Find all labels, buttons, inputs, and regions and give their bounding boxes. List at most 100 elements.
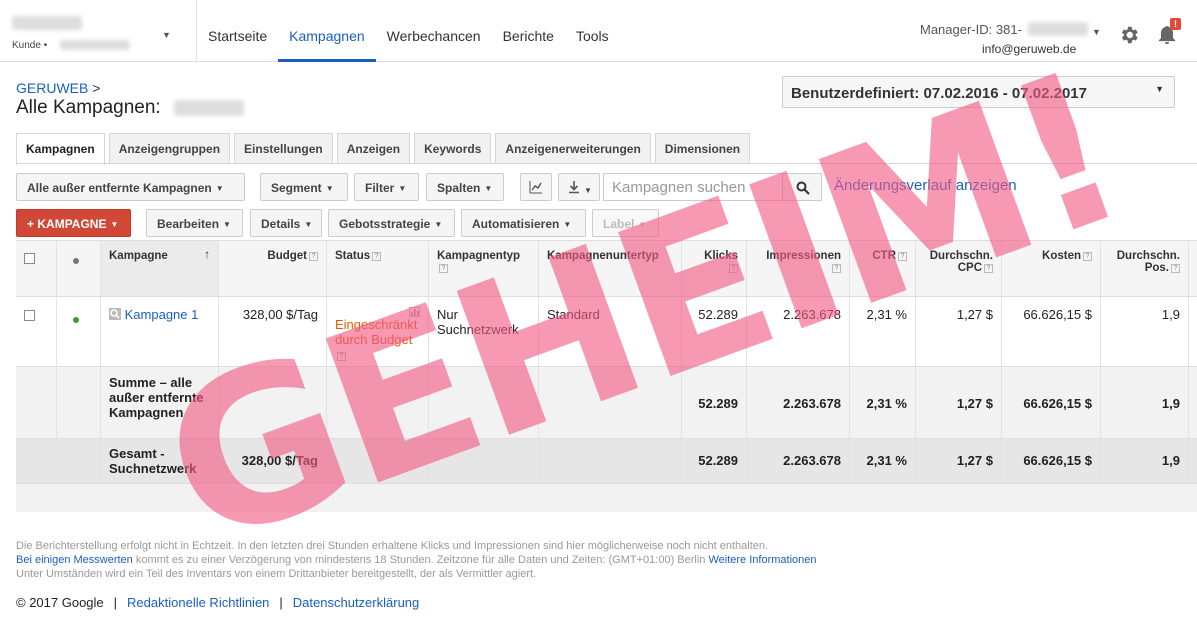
help-icon[interactable]: ? xyxy=(1171,264,1180,273)
summary-clicks: 52.289 xyxy=(698,396,738,411)
add-campaign-button[interactable]: + KAMPAGNE ▼ xyxy=(16,209,131,237)
row-ctr-cell: 2,31 % xyxy=(850,297,916,366)
chart-toggle-button[interactable] xyxy=(520,173,552,201)
total-empty-cell xyxy=(429,439,539,483)
columns-dropdown[interactable]: Spalten ▼ xyxy=(426,173,504,201)
summary-cost: 66.626,15 $ xyxy=(1023,396,1092,411)
row-checkbox[interactable] xyxy=(24,310,35,321)
manager-id[interactable]: Manager-ID: 381- xyxy=(920,22,1022,37)
row-status-cell xyxy=(57,297,101,366)
main-nav: Startseite Kampagnen Werbechancen Berich… xyxy=(196,0,620,62)
manager-id-redacted xyxy=(1028,22,1088,36)
header-pos[interactable]: Durchschn. Pos.? xyxy=(1101,241,1189,296)
tab-dimensionen[interactable]: Dimensionen xyxy=(654,133,751,164)
campaign-filter-dropdown[interactable]: Alle außer entfernte Kampagnen ▼ xyxy=(16,173,245,201)
nav-berichte[interactable]: Berichte xyxy=(492,0,565,62)
total-budget: 328,00 $/Tag xyxy=(241,453,318,468)
help-icon[interactable]: ? xyxy=(372,252,382,261)
top-bar: Kunde • ▼ Startseite Kampagnen Werbechan… xyxy=(0,0,1197,62)
download-button[interactable]: ▼ xyxy=(558,173,600,201)
header-clicks[interactable]: Klicks? xyxy=(682,241,747,296)
details-dropdown[interactable]: Details ▼ xyxy=(250,209,322,237)
account-selector[interactable]: Kunde • ▼ xyxy=(10,14,180,54)
automate-dropdown[interactable]: Automatisieren ▼ xyxy=(461,209,586,237)
chevron-down-icon: ▼ xyxy=(563,220,572,229)
tab-anzeigenerweiterungen[interactable]: Anzeigenerweiterungen xyxy=(495,133,651,164)
summary-clicks-cell: 52.289 xyxy=(682,367,747,438)
help-icon[interactable]: ? xyxy=(1083,252,1092,261)
chevron-down-icon: ▼ xyxy=(223,220,231,229)
tab-anzeigen[interactable]: Anzeigen xyxy=(336,133,411,164)
header-subtype[interactable]: Kampagnenuntertyp xyxy=(539,241,682,296)
gear-icon[interactable] xyxy=(1118,24,1140,46)
total-pos-cell: 1,9 xyxy=(1101,439,1189,483)
search-button[interactable] xyxy=(782,173,822,201)
change-history-link[interactable]: Änderungsverlauf anzeigen xyxy=(834,177,1017,194)
tab-keywords[interactable]: Keywords xyxy=(414,133,492,164)
metrics-delay-link[interactable]: Bei einigen Messwerten xyxy=(16,554,133,566)
privacy-policy-link[interactable]: Datenschutzerklärung xyxy=(293,595,419,610)
bid-strategy-dropdown[interactable]: Gebotsstrategie ▼ xyxy=(328,209,455,237)
row-ctr: 2,31 % xyxy=(866,307,907,322)
row-cpc-cell: 1,27 $ xyxy=(916,297,1002,366)
breadcrumb-link[interactable]: GERUWEB xyxy=(16,80,88,96)
status-dot-icon xyxy=(73,258,79,264)
help-icon[interactable]: ? xyxy=(729,264,738,273)
date-range-label: Benutzerdefiniert: 07.02.2016 - 07.02.20… xyxy=(791,85,1087,102)
chevron-down-icon[interactable]: ▼ xyxy=(1092,27,1101,37)
edit-dropdown[interactable]: Bearbeiten ▼ xyxy=(146,209,243,237)
select-all-checkbox[interactable] xyxy=(24,253,35,264)
campaign-search-input[interactable]: Kampagnen suchen xyxy=(603,173,783,201)
status-dot-header xyxy=(57,241,101,296)
date-range-picker[interactable]: Benutzerdefiniert: 07.02.2016 - 07.02.20… xyxy=(782,76,1175,108)
summary-row: Summe – alle außer entfernte Kampagnen 5… xyxy=(16,367,1197,439)
summary-ctr: 2,31 % xyxy=(866,396,907,411)
help-icon[interactable]: ? xyxy=(337,352,346,361)
page-title: Alle Kampagnen: xyxy=(16,97,161,118)
chevron-down-icon: ▼ xyxy=(304,220,313,229)
search-icon xyxy=(796,181,810,195)
chevron-down-icon[interactable]: ▼ xyxy=(162,30,171,40)
nav-kampagnen[interactable]: Kampagnen xyxy=(278,0,376,62)
header-cpc[interactable]: Durchschn. CPC? xyxy=(916,241,1002,296)
help-icon[interactable]: ? xyxy=(898,252,907,261)
tab-kampagnen[interactable]: Kampagnen xyxy=(16,133,105,165)
line-chart-icon xyxy=(529,181,542,194)
editorial-guidelines-link[interactable]: Redaktionelle Richtlinien xyxy=(127,595,269,610)
help-icon[interactable]: ? xyxy=(984,264,993,273)
bar-chart-icon[interactable] xyxy=(408,305,421,320)
notification-badge: ! xyxy=(1170,18,1181,30)
segment-dropdown[interactable]: Segment ▼ xyxy=(260,173,348,201)
tab-anzeigengruppen[interactable]: Anzeigengruppen xyxy=(108,133,231,164)
row-clicks: 52.289 xyxy=(698,307,738,322)
total-cpc-cell: 1,27 $ xyxy=(916,439,1002,483)
label-label: Label xyxy=(603,217,635,231)
header-ctr-label: CTR xyxy=(872,250,896,262)
label-dropdown[interactable]: Label ▼ xyxy=(592,209,659,237)
help-icon[interactable]: ? xyxy=(309,252,318,261)
header-type[interactable]: Kampagnentyp? xyxy=(429,241,539,296)
more-info-link[interactable]: Weitere Informationen xyxy=(708,554,816,566)
tab-einstellungen[interactable]: Einstellungen xyxy=(234,133,333,164)
help-icon[interactable]: ? xyxy=(832,264,841,273)
header-status[interactable]: Status? xyxy=(327,241,429,296)
help-icon[interactable]: ? xyxy=(439,264,448,273)
select-all-cell xyxy=(16,241,57,296)
header-budget[interactable]: Budget? xyxy=(219,241,327,296)
filter-dropdown[interactable]: Filter ▼ xyxy=(354,173,419,201)
header-campaign[interactable]: Kampagne ↑ xyxy=(101,241,219,296)
search-icon[interactable] xyxy=(109,308,121,320)
header-cost[interactable]: Kosten? xyxy=(1002,241,1101,296)
header-ctr[interactable]: CTR? xyxy=(850,241,916,296)
summary-cost-cell: 66.626,15 $ xyxy=(1002,367,1101,438)
nav-werbechancen[interactable]: Werbechancen xyxy=(376,0,492,62)
header-impressions[interactable]: Impressionen? xyxy=(747,241,850,296)
breadcrumb-separator: > xyxy=(92,80,101,96)
summary-label-cell: Summe – alle außer entfernte Kampagnen xyxy=(101,367,219,438)
row-subtype: Standard xyxy=(547,307,600,322)
nav-tools[interactable]: Tools xyxy=(565,0,620,62)
filter-label: Filter xyxy=(365,181,395,195)
user-email: info@geruweb.de xyxy=(982,42,1077,56)
nav-startseite[interactable]: Startseite xyxy=(197,0,278,62)
campaign-link[interactable]: Kampagne 1 xyxy=(125,307,199,322)
